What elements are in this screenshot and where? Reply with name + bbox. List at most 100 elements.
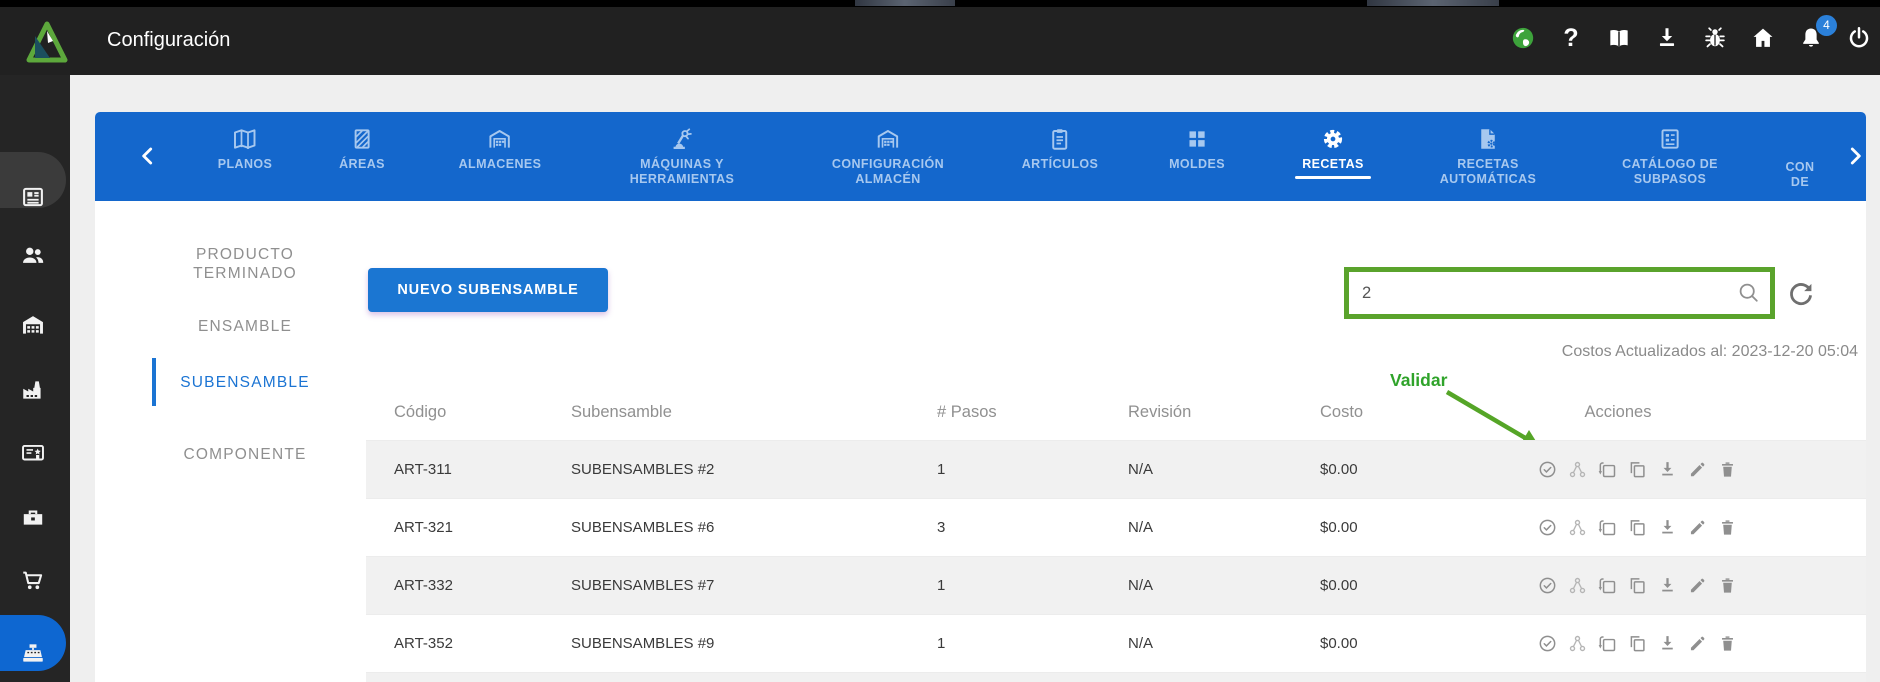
chevron-right-icon[interactable] bbox=[1842, 143, 1868, 169]
table-header-row: Código Subensamble # Pasos Revisión Cost… bbox=[366, 385, 1866, 440]
warehouse-icon bbox=[487, 126, 513, 152]
validate-check-icon[interactable] bbox=[1537, 459, 1558, 480]
col-header-codigo: Código bbox=[394, 403, 447, 421]
page-title: Configuración bbox=[107, 29, 231, 51]
tab-maquinas-herramientas[interactable]: MÁQUINAS Y HERRAMIENTAS bbox=[630, 126, 735, 187]
background-window-sliver bbox=[855, 0, 955, 6]
globe-icon[interactable] bbox=[1510, 25, 1536, 51]
content-card: PLANOS ÁREAS ALMACENES MÁQUINAS Y HERRAM… bbox=[95, 112, 1866, 682]
doc-gear-icon bbox=[1475, 126, 1501, 152]
recipe-tree-icon[interactable] bbox=[1567, 633, 1588, 654]
tab-moldes[interactable]: MOLDES bbox=[1169, 126, 1225, 172]
edit-icon[interactable] bbox=[1687, 517, 1708, 538]
submenu-ensamble[interactable]: ENSAMBLE bbox=[150, 317, 340, 336]
people-icon[interactable] bbox=[20, 242, 46, 268]
warehouse-icon bbox=[875, 126, 901, 152]
costs-updated-label: Costos Actualizados al: 2023-12-20 05:04 bbox=[1561, 343, 1858, 360]
download-icon[interactable] bbox=[1657, 517, 1678, 538]
copy-icon[interactable] bbox=[1627, 517, 1648, 538]
tab-planos[interactable]: PLANOS bbox=[218, 126, 273, 172]
clone-icon[interactable] bbox=[1597, 633, 1618, 654]
col-header-subensamble: Subensamble bbox=[571, 403, 672, 421]
search-icon[interactable] bbox=[1737, 281, 1761, 305]
tab-articulos[interactable]: ARTÍCULOS bbox=[1022, 126, 1099, 172]
delete-icon[interactable] bbox=[1717, 517, 1738, 538]
partial-next-row bbox=[366, 672, 1866, 682]
copy-icon[interactable] bbox=[1627, 633, 1648, 654]
tab-configuracion-almacen[interactable]: CONFIGURACIÓN ALMACÉN bbox=[832, 126, 944, 187]
register-icon[interactable] bbox=[20, 640, 46, 666]
copy-icon[interactable] bbox=[1627, 459, 1648, 480]
col-header-acciones: Acciones bbox=[1584, 403, 1652, 421]
table-row: ART-352 SUBENSAMBLES #9 1 N/A $0.00 bbox=[366, 614, 1866, 672]
bell-icon[interactable]: 4 bbox=[1798, 14, 1837, 51]
toolbox-icon[interactable] bbox=[20, 504, 46, 530]
submenu-producto-terminado[interactable]: PRODUCTO TERMINADO bbox=[150, 245, 340, 283]
cart-icon[interactable] bbox=[20, 567, 46, 593]
topbar-actions: ? 4 bbox=[1510, 0, 1872, 75]
table-row: ART-321 SUBENSAMBLES #6 3 N/A $0.00 bbox=[366, 498, 1866, 556]
submenu-componente[interactable]: COMPONENTE bbox=[150, 445, 340, 464]
new-subensamble-button[interactable]: NUEVO SUBENSAMBLE bbox=[368, 268, 608, 312]
hatch-icon bbox=[349, 126, 375, 152]
download-icon[interactable] bbox=[1657, 575, 1678, 596]
notification-badge: 4 bbox=[1816, 14, 1837, 36]
download-icon[interactable] bbox=[1657, 633, 1678, 654]
clone-icon[interactable] bbox=[1597, 459, 1618, 480]
home-icon[interactable] bbox=[1750, 25, 1776, 51]
book-icon[interactable] bbox=[1606, 25, 1632, 51]
table-row: ART-332 SUBENSAMBLES #7 1 N/A $0.00 bbox=[366, 556, 1866, 614]
col-header-costo: Costo bbox=[1320, 403, 1364, 421]
delete-icon[interactable] bbox=[1717, 633, 1738, 654]
clone-ic on[interactable] bbox=[1597, 517, 1618, 538]
tab-recetas-automaticas[interactable]: RECETAS AUTOMÁTICAS bbox=[1440, 126, 1537, 187]
copy-icon[interactable] bbox=[1627, 575, 1648, 596]
active-tab-underline bbox=[1295, 176, 1371, 179]
app-window: Configuración ? 4 PLANOS ÁREAS ALMACENES… bbox=[0, 0, 1880, 682]
certificate-icon[interactable] bbox=[20, 440, 46, 466]
tab-recetas[interactable]: RECETAS bbox=[1295, 126, 1371, 179]
delete-icon[interactable] bbox=[1717, 575, 1738, 596]
recipe-tree-icon[interactable] bbox=[1567, 459, 1588, 480]
chevron-left-icon[interactable] bbox=[135, 143, 161, 169]
active-submenu-indicator bbox=[152, 358, 156, 406]
app-logo bbox=[26, 20, 68, 69]
tab-almacenes[interactable]: ALMACENES bbox=[459, 126, 542, 172]
gear-icon bbox=[1320, 126, 1346, 152]
help-icon[interactable]: ? bbox=[1558, 25, 1584, 51]
robot-arm-icon bbox=[669, 126, 695, 152]
grid-icon bbox=[1184, 126, 1210, 152]
edit-icon[interactable] bbox=[1687, 575, 1708, 596]
recipe-tree-icon[interactable] bbox=[1567, 575, 1588, 596]
search-annotation-box bbox=[1344, 267, 1775, 319]
validate-check-icon[interactable] bbox=[1537, 633, 1558, 654]
recipe-tree-icon[interactable] bbox=[1567, 517, 1588, 538]
sidebar bbox=[0, 75, 70, 682]
delete-icon[interactable] bbox=[1717, 459, 1738, 480]
tab-areas[interactable]: ÁREAS bbox=[339, 126, 385, 172]
power-icon[interactable] bbox=[1846, 25, 1872, 51]
module-tab-bar: PLANOS ÁREAS ALMACENES MÁQUINAS Y HERRAM… bbox=[95, 112, 1866, 201]
catalog-icon bbox=[1657, 126, 1683, 152]
validate-check-icon[interactable] bbox=[1537, 517, 1558, 538]
warehouse-icon[interactable] bbox=[20, 312, 46, 338]
submenu-subensamble[interactable]: SUBENSAMBLE bbox=[150, 373, 340, 392]
edit-icon[interactable] bbox=[1687, 459, 1708, 480]
top-bar: Configuración ? 4 bbox=[0, 0, 1880, 75]
bug-icon[interactable] bbox=[1702, 25, 1728, 51]
tab-catalogo-subpasos[interactable]: CATÁLOGO DE SUBPASOS bbox=[1622, 126, 1718, 187]
tab-cut-off[interactable]: CON DE bbox=[1786, 160, 1815, 190]
refresh-icon[interactable] bbox=[1785, 278, 1817, 310]
factory-icon[interactable] bbox=[20, 377, 46, 403]
edit-icon[interactable] bbox=[1687, 633, 1708, 654]
search-input[interactable] bbox=[1349, 272, 1770, 314]
table-row: ART-311 SUBENSAMBLES #2 1 N/A $0.00 bbox=[366, 440, 1866, 498]
news-card-icon[interactable] bbox=[20, 184, 46, 210]
col-header-pasos: # Pasos bbox=[937, 403, 997, 421]
background-window-sliver bbox=[1367, 0, 1499, 6]
download-icon[interactable] bbox=[1657, 459, 1678, 480]
clone-icon[interactable] bbox=[1597, 575, 1618, 596]
download-icon[interactable] bbox=[1654, 25, 1680, 51]
map-icon bbox=[232, 126, 258, 152]
validate-check-icon[interactable] bbox=[1537, 575, 1558, 596]
